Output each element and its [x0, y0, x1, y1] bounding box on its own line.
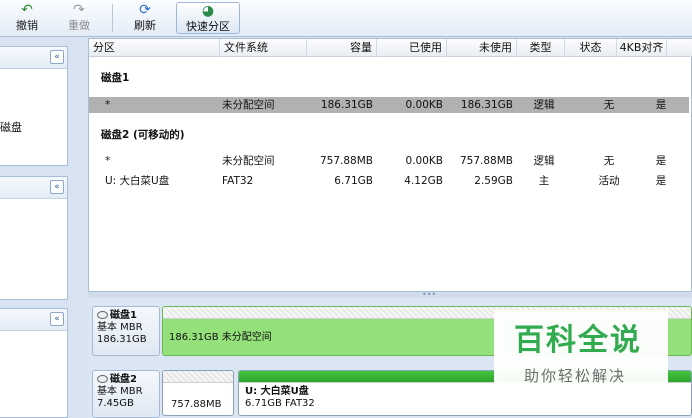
undo-label: 撤销: [16, 19, 38, 32]
cell-partition: *: [105, 99, 111, 111]
refresh-button[interactable]: ⟳ 刷新: [122, 2, 168, 34]
column-header-type[interactable]: 类型: [517, 39, 565, 57]
partition-list: 分区 文件系统 容量 已使用 未使用 类型 状态 4KB对齐 磁盘1 * 未分配…: [88, 38, 692, 292]
column-header-4k-align[interactable]: 4KB对齐: [617, 39, 667, 57]
cell-status: 活动: [598, 175, 620, 187]
quick-partition-label: 快速分区: [186, 20, 230, 33]
cell-filesystem: 未分配空间: [222, 99, 275, 111]
disk-size: 186.31GB: [97, 334, 147, 345]
table-row[interactable]: U: 大白菜U盘 FAT32 6.71GB 4.12GB 2.59GB 主 活动…: [89, 173, 689, 189]
column-header-used[interactable]: 已使用: [377, 39, 447, 57]
redo-icon: ↷: [73, 2, 85, 18]
table-row[interactable]: * 未分配空间 757.88MB 0.00KB 757.88MB 逻辑 无 是: [89, 153, 689, 169]
disk-group-title[interactable]: 磁盘2 (可移动的): [101, 127, 185, 142]
collapse-icon[interactable]: «: [50, 50, 64, 64]
cell-used: 0.00KB: [405, 99, 443, 111]
partition-block-detail: 6.71GB FAT32: [245, 398, 315, 409]
disk-icon: [97, 311, 108, 319]
partition-block-unallocated[interactable]: 757.88MB ...: [162, 370, 234, 416]
partition-list-header: 分区 文件系统 容量 已使用 未使用 类型 状态 4KB对齐: [89, 39, 692, 57]
cell-type: 逻辑: [533, 155, 555, 167]
undo-button[interactable]: ↶ 撤销: [4, 2, 50, 34]
left-section-header: «: [0, 47, 67, 69]
left-section-operations: «: [0, 176, 68, 300]
quick-partition-button[interactable]: ◕ 快速分区: [176, 2, 240, 34]
cell-type: 逻辑: [533, 99, 555, 111]
usage-bar: [163, 371, 233, 383]
cell-partition: *: [105, 155, 111, 167]
undo-icon: ↶: [21, 2, 33, 18]
cell-free: 2.59GB: [474, 175, 513, 187]
cell-4k-align: 是: [655, 175, 667, 187]
cell-4k-align: 是: [655, 155, 667, 167]
watermark: 百科全说 助你轻松解决: [494, 310, 668, 394]
left-section-disks: « 磁盘: [0, 46, 68, 166]
disk-size: 7.45GB: [97, 398, 134, 409]
column-header-filesystem[interactable]: 文件系统: [220, 39, 307, 57]
watermark-title: 百科全说: [514, 323, 642, 358]
disk-name: 磁盘1: [110, 310, 137, 321]
cell-capacity: 6.71GB: [334, 175, 373, 187]
column-header-status[interactable]: 状态: [565, 39, 617, 57]
cell-used: 4.12GB: [404, 175, 443, 187]
refresh-icon: ⟳: [139, 2, 151, 18]
cell-capacity: 186.31GB: [320, 99, 373, 111]
cell-used: 0.00KB: [405, 155, 443, 167]
left-section-more: «: [0, 308, 68, 418]
disk-group-title[interactable]: 磁盘1: [101, 70, 129, 85]
cell-partition: U: 大白菜U盘: [105, 175, 170, 187]
redo-button[interactable]: ↷ 重做: [56, 2, 102, 34]
left-panel: « 磁盘 « «: [0, 38, 84, 418]
cell-capacity: 757.88MB: [319, 155, 373, 167]
partition-block-label: 757.88MB ...: [171, 399, 222, 415]
quick-partition-icon: ◕: [201, 3, 215, 19]
table-row[interactable]: * 未分配空间 186.31GB 0.00KB 186.31GB 逻辑 无 是: [89, 97, 689, 113]
disk-kind: 基本 MBR: [97, 322, 143, 333]
cell-free: 186.31GB: [460, 99, 513, 111]
refresh-label: 刷新: [134, 19, 156, 32]
disk-name: 磁盘2: [110, 374, 137, 385]
cell-4k-align: 是: [655, 99, 667, 111]
cell-status: 无: [603, 155, 615, 167]
column-header-capacity[interactable]: 容量: [307, 39, 377, 57]
disk-map-disk2[interactable]: 磁盘2 基本 MBR 7.45GB: [92, 370, 160, 418]
redo-label: 重做: [68, 19, 90, 32]
cell-free: 757.88MB: [459, 155, 513, 167]
left-disk-label[interactable]: 磁盘: [0, 119, 22, 135]
cell-type: 主: [538, 175, 550, 187]
watermark-subtitle: 助你轻松解决: [524, 367, 627, 385]
cell-filesystem: 未分配空间: [222, 155, 275, 167]
left-section-header: «: [0, 177, 67, 199]
toolbar-separator: [112, 4, 113, 32]
cell-filesystem: FAT32: [222, 175, 254, 187]
column-header-partition[interactable]: 分区: [89, 39, 220, 57]
cell-status: 无: [603, 99, 615, 111]
disk-icon: [97, 375, 108, 383]
collapse-icon[interactable]: «: [50, 312, 64, 326]
collapse-icon[interactable]: «: [50, 180, 64, 194]
disk-map-disk1[interactable]: 磁盘1 基本 MBR 186.31GB: [92, 306, 160, 356]
column-header-free[interactable]: 未使用: [447, 39, 517, 57]
left-section-header: «: [0, 309, 67, 331]
disk-kind: 基本 MBR: [97, 386, 143, 397]
toolbar: ↶ 撤销 ↷ 重做 ⟳ 刷新 ◕ 快速分区: [0, 0, 692, 37]
